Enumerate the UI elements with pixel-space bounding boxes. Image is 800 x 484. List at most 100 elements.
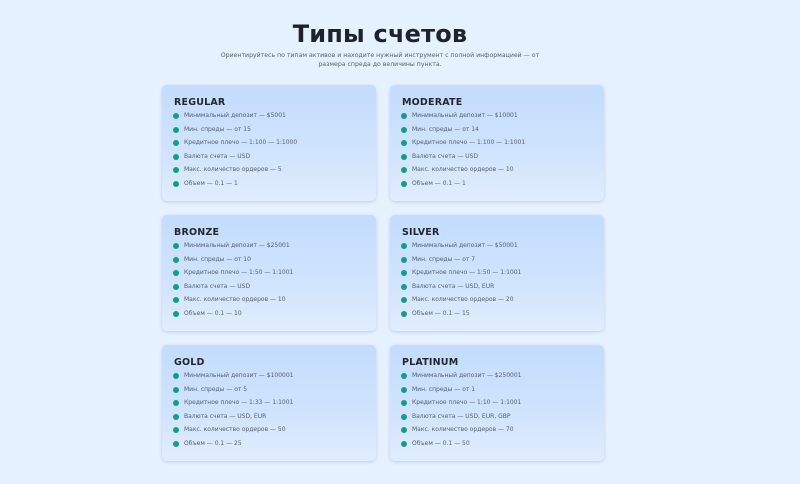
bullet-dot-icon bbox=[173, 180, 179, 187]
feature-text: Макс. количество ордеров — 20 bbox=[412, 296, 514, 303]
feature-text: Минимальный депозит — $100001 bbox=[184, 372, 294, 379]
bullet-dot-icon bbox=[173, 270, 179, 276]
page-subtitle: Ориентируйтесь по типам активов и находи… bbox=[220, 52, 540, 69]
bullet-dot-icon bbox=[401, 140, 407, 146]
bullet-dot-icon bbox=[173, 167, 179, 173]
feature-item: Валюта счета — USD, EUR bbox=[401, 282, 521, 296]
feature-item: Объем — 0.1 — 1 bbox=[173, 179, 297, 193]
feature-item: Макс. количество ордеров — 5 bbox=[173, 165, 297, 179]
feature-text: Объем — 0.1 — 10 bbox=[184, 309, 242, 317]
bullet-dot-icon bbox=[401, 427, 407, 433]
bullet-dot-icon bbox=[401, 126, 407, 133]
feature-text: Мин. спреды — от 7 bbox=[412, 255, 476, 263]
bullet-dot-icon bbox=[401, 180, 407, 187]
feature-item: Валюта счета — USD, EUR, GBP bbox=[401, 412, 522, 426]
feature-item: Мин. спреды — от 14 bbox=[401, 125, 525, 139]
feature-list: Минимальный депозит — $100001 Мин. спред… bbox=[173, 371, 294, 452]
bullet-dot-icon bbox=[173, 256, 179, 263]
feature-text: Макс. количество ордеров — 5 bbox=[184, 166, 282, 173]
account-card-platinum: PLATINUM Минимальный депозит — $250001 М… bbox=[390, 345, 604, 461]
account-name: REGULAR bbox=[174, 97, 226, 108]
bullet-dot-icon bbox=[173, 440, 179, 447]
bullet-dot-icon bbox=[173, 310, 179, 317]
account-name: PLATINUM bbox=[402, 357, 459, 368]
feature-item: Кредитное плечо — 1:50 — 1:1001 bbox=[401, 268, 521, 282]
feature-text: Мин. спреды — от 14 bbox=[412, 125, 479, 133]
feature-list: Минимальный депозит — $50001 Мин. спреды… bbox=[401, 241, 521, 322]
account-name: BRONZE bbox=[174, 227, 220, 238]
feature-text: Макс. количество ордеров — 50 bbox=[184, 426, 286, 433]
feature-text: Кредитное плечо — 1:50 — 1:1001 bbox=[184, 269, 294, 276]
bullet-dot-icon bbox=[401, 400, 407, 406]
feature-item: Минимальный депозит — $10001 bbox=[401, 111, 525, 125]
account-types-grid: REGULAR Минимальный депозит — $5001 Мин.… bbox=[162, 85, 604, 463]
bullet-dot-icon bbox=[401, 256, 407, 263]
feature-text: Макс. количество ордеров — 70 bbox=[412, 426, 514, 433]
feature-text: Кредитное плечо — 1:33 — 1:1001 bbox=[184, 399, 294, 406]
feature-text: Валюта счета — USD, EUR bbox=[184, 412, 267, 420]
bullet-dot-icon bbox=[401, 243, 407, 249]
bullet-dot-icon bbox=[173, 297, 179, 303]
feature-text: Валюта счета — USD bbox=[184, 152, 251, 160]
bullet-dot-icon bbox=[401, 113, 407, 119]
feature-text: Объем — 0.1 — 25 bbox=[184, 439, 242, 447]
bullet-dot-icon bbox=[173, 373, 179, 379]
feature-item: Мин. спреды — от 10 bbox=[173, 255, 293, 269]
bullet-dot-icon bbox=[173, 386, 179, 393]
feature-text: Макс. количество ордеров — 10 bbox=[412, 166, 514, 173]
feature-item: Мин. спреды — от 15 bbox=[173, 125, 297, 139]
bullet-dot-icon bbox=[401, 386, 407, 393]
feature-text: Объем — 0.1 — 50 bbox=[412, 439, 470, 447]
bullet-dot-icon bbox=[173, 427, 179, 433]
feature-item: Объем — 0.1 — 15 bbox=[401, 309, 521, 323]
feature-text: Объем — 0.1 — 1 bbox=[412, 179, 466, 187]
account-name: SILVER bbox=[402, 227, 440, 238]
feature-text: Мин. спреды — от 1 bbox=[412, 385, 476, 393]
feature-item: Макс. количество ордеров — 50 bbox=[173, 425, 294, 439]
feature-item: Объем — 0.1 — 50 bbox=[401, 439, 522, 453]
feature-item: Мин. спреды — от 5 bbox=[173, 385, 294, 399]
feature-item: Объем — 0.1 — 10 bbox=[173, 309, 293, 323]
bullet-dot-icon bbox=[173, 153, 179, 160]
feature-item: Макс. количество ордеров — 10 bbox=[173, 295, 293, 309]
bullet-dot-icon bbox=[401, 167, 407, 173]
feature-text: Макс. количество ордеров — 10 bbox=[184, 296, 286, 303]
bullet-dot-icon bbox=[173, 400, 179, 406]
bullet-dot-icon bbox=[173, 126, 179, 133]
feature-text: Минимальный депозит — $5001 bbox=[184, 112, 286, 119]
feature-text: Минимальный депозит — $10001 bbox=[412, 112, 518, 119]
feature-text: Кредитное плечо — 1:50 — 1:1001 bbox=[412, 269, 522, 276]
bullet-dot-icon bbox=[401, 373, 407, 379]
feature-text: Валюта счета — USD, EUR bbox=[412, 282, 495, 290]
feature-text: Мин. спреды — от 10 bbox=[184, 255, 251, 263]
bullet-dot-icon bbox=[401, 440, 407, 447]
feature-list: Минимальный депозит — $25001 Мин. спреды… bbox=[173, 241, 293, 322]
bullet-dot-icon bbox=[173, 113, 179, 119]
feature-text: Валюта счета — USD bbox=[412, 152, 479, 160]
feature-text: Кредитное плечо — 1:100 — 1:1001 bbox=[412, 139, 526, 146]
feature-item: Кредитное плечо — 1:100 — 1:1000 bbox=[173, 138, 297, 152]
feature-text: Мин. спреды — от 15 bbox=[184, 125, 251, 133]
account-card-moderate: MODERATE Минимальный депозит — $10001 Ми… bbox=[390, 85, 604, 201]
feature-item: Кредитное плечо — 1:100 — 1:1001 bbox=[401, 138, 525, 152]
feature-text: Валюта счета — USD, EUR, GBP bbox=[412, 412, 511, 420]
feature-text: Минимальный депозит — $250001 bbox=[412, 372, 522, 379]
account-card-gold: GOLD Минимальный депозит — $100001 Мин. … bbox=[162, 345, 376, 461]
bullet-dot-icon bbox=[401, 153, 407, 160]
feature-list: Минимальный депозит — $5001 Мин. спреды … bbox=[173, 111, 297, 192]
feature-text: Кредитное плечо — 1:100 — 1:1000 bbox=[184, 139, 298, 146]
bullet-dot-icon bbox=[173, 243, 179, 249]
bullet-dot-icon bbox=[401, 413, 407, 420]
page-title: Типы счетов bbox=[292, 20, 468, 49]
account-card-silver: SILVER Минимальный депозит — $50001 Мин.… bbox=[390, 215, 604, 331]
feature-item: Объем — 0.1 — 25 bbox=[173, 439, 294, 453]
feature-item: Объем — 0.1 — 1 bbox=[401, 179, 525, 193]
feature-item: Кредитное плечо — 1:33 — 1:1001 bbox=[173, 398, 294, 412]
bullet-dot-icon bbox=[173, 413, 179, 420]
page: Типы счетов Ориентируйтесь по типам акти… bbox=[0, 0, 800, 484]
feature-text: Объем — 0.1 — 1 bbox=[184, 179, 238, 187]
feature-item: Минимальный депозит — $5001 bbox=[173, 111, 297, 125]
feature-text: Кредитное плечо — 1:10 — 1:1001 bbox=[412, 399, 522, 406]
feature-item: Мин. спреды — от 7 bbox=[401, 255, 521, 269]
feature-item: Макс. количество ордеров — 70 bbox=[401, 425, 522, 439]
